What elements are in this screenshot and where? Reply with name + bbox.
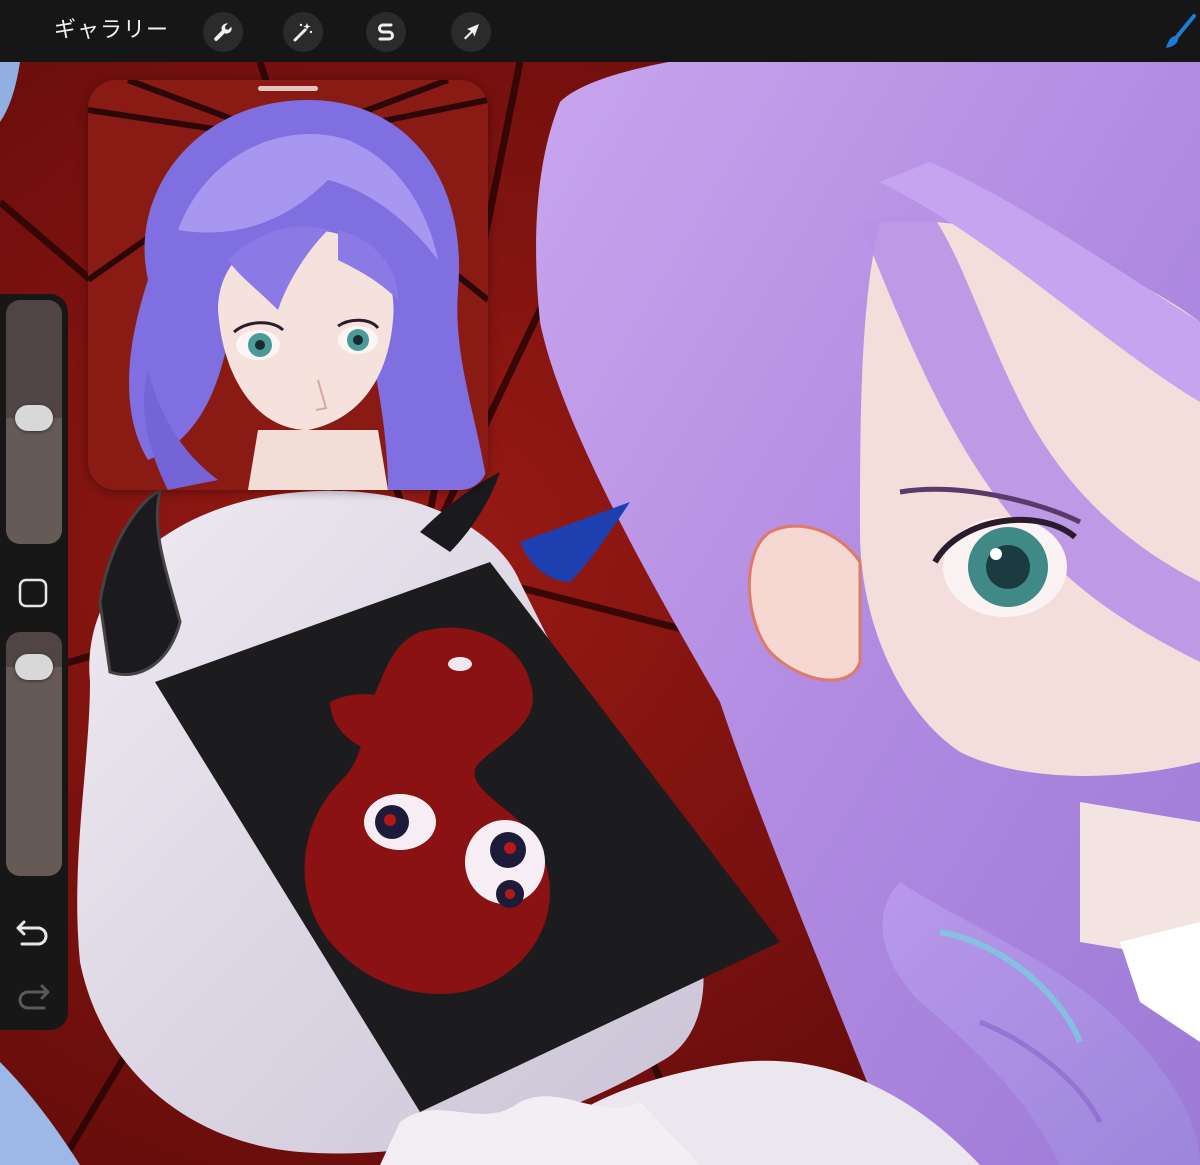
- selection-s-icon: [378, 23, 394, 41]
- reference-grab-handle[interactable]: [258, 86, 318, 91]
- brush-size-thumb[interactable]: [15, 404, 53, 431]
- gallery-button[interactable]: ギャラリー: [54, 14, 169, 48]
- reference-window[interactable]: [88, 80, 488, 490]
- opacity-thumb[interactable]: [15, 653, 53, 680]
- selection-button[interactable]: [366, 12, 406, 52]
- undo-arrow-icon[interactable]: [14, 914, 52, 948]
- brush-size-slider[interactable]: [6, 300, 62, 544]
- wrench-icon: [214, 23, 232, 41]
- opacity-fill: [6, 666, 62, 876]
- left-sidebar: [0, 294, 68, 1030]
- adjustments-button[interactable]: [283, 12, 323, 52]
- square-icon[interactable]: [17, 577, 49, 609]
- arrow-cursor-icon: [464, 24, 479, 40]
- actions-button[interactable]: [203, 12, 243, 52]
- brush-icon[interactable]: [1164, 14, 1196, 50]
- transform-button[interactable]: [451, 12, 491, 52]
- redo-arrow-icon[interactable]: [14, 978, 52, 1012]
- reference-image: [88, 80, 488, 490]
- top-toolbar: ギャラリー: [0, 0, 1200, 62]
- opacity-slider[interactable]: [6, 632, 62, 876]
- brush-size-fill: [6, 417, 62, 544]
- magic-wand-icon: [293, 23, 313, 42]
